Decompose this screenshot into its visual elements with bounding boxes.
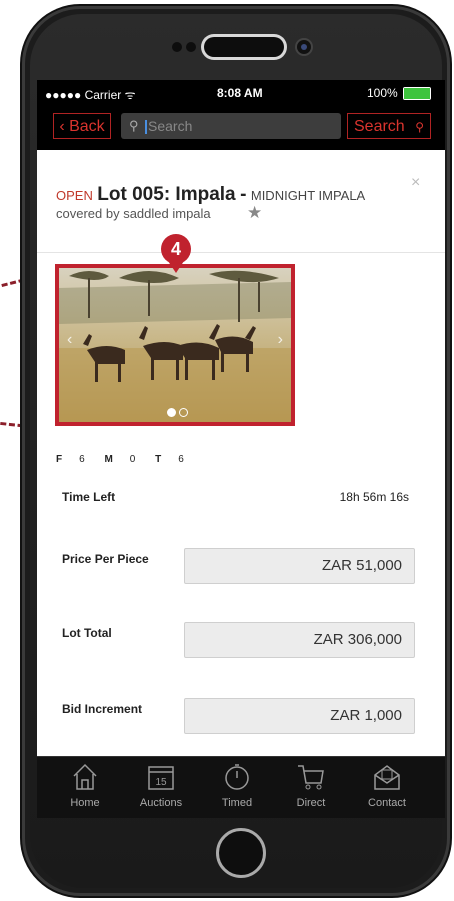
price-per-piece-label: Price Per Piece (62, 552, 149, 566)
search-button[interactable]: Search ⚲ (347, 113, 431, 139)
text-caret (145, 120, 147, 135)
gallery-pager[interactable] (167, 404, 191, 422)
calendar-day: 15 (155, 777, 167, 788)
pager-dot-active[interactable] (167, 408, 176, 417)
phone-screen: ●●●●● Carrier ᯤ 8:08 AM 100% ‹ Back ⚲ Se… (37, 80, 445, 818)
tab-bar: Home 15 Auctions Timed Direct Contact (37, 756, 445, 818)
tab-contact[interactable]: Contact (357, 763, 417, 809)
stopwatch-icon (225, 764, 249, 790)
tab-auctions[interactable]: 15 Auctions (131, 763, 191, 809)
clock: 8:08 AM (217, 86, 263, 100)
sex-counts: F 6 M 0 T 6 (56, 454, 201, 465)
tab-timed[interactable]: Timed (207, 763, 267, 809)
back-label: Back (69, 118, 105, 135)
tab-label: Home (70, 797, 100, 809)
annotation-marker-tip (168, 261, 184, 273)
lot-title: Lot 005: Impala (97, 184, 236, 205)
annotation-marker: 4 (161, 234, 191, 264)
tab-label: Timed (221, 797, 253, 809)
status-badge: OPEN (56, 188, 93, 203)
count-key: M (104, 454, 113, 465)
battery-icon (403, 87, 431, 100)
count-value: 6 (79, 454, 85, 465)
search-input[interactable]: ⚲ Search (121, 113, 341, 139)
lot-subtitle: MIDNIGHT IMPALA (250, 188, 366, 203)
tab-label: Auctions (139, 797, 183, 809)
favorite-star-icon[interactable]: ★ (247, 203, 262, 223)
nav-bar: ‹ Back ⚲ Search Search ⚲ (37, 110, 445, 144)
tab-label: Direct (296, 797, 326, 809)
cart-icon (298, 765, 324, 790)
tab-home[interactable]: Home (55, 763, 115, 809)
close-icon[interactable]: × (411, 174, 420, 192)
price-per-piece-field[interactable]: ZAR 51,000 (184, 548, 415, 584)
chevron-left-icon[interactable]: ‹ (67, 331, 72, 349)
home-hardware-button[interactable] (216, 828, 266, 878)
search-placeholder: Search (148, 118, 193, 134)
search-button-label: Search (354, 118, 405, 135)
bid-increment-field[interactable]: ZAR 1,000 (184, 698, 415, 734)
earpiece-speaker (204, 37, 284, 57)
photo-gallery[interactable]: ‹ › (55, 264, 295, 426)
pager-dot[interactable] (179, 408, 188, 417)
chevron-right-icon[interactable]: › (278, 331, 283, 349)
title-separator: - (240, 184, 247, 205)
front-camera (297, 40, 311, 54)
envelope-icon (374, 765, 400, 790)
sensor-dot (186, 42, 196, 52)
carrier-label: ●●●●● Carrier ᯤ (45, 88, 136, 102)
tab-label: Contact (368, 797, 406, 809)
lot-total-label: Lot Total (62, 626, 112, 640)
bid-increment-label: Bid Increment (62, 702, 143, 716)
status-bar: ●●●●● Carrier ᯤ 8:08 AM 100% (37, 80, 445, 106)
covered-by-text: covered by saddled impala (56, 206, 211, 221)
count-value: 0 (129, 454, 136, 465)
search-icon: ⚲ (415, 120, 424, 134)
calendar-icon: 15 (148, 766, 174, 790)
time-left-value: 18h 56m 16s (339, 490, 409, 504)
lot-title-line: OPEN Lot 005: Impala - MIDNIGHT IMPALA (56, 184, 365, 206)
search-icon: ⚲ (129, 118, 139, 133)
sensor-dot (172, 42, 182, 52)
battery-label: 100% (367, 86, 398, 100)
tab-direct[interactable]: Direct (281, 763, 341, 809)
count-key: T (155, 454, 162, 465)
impala-photo (59, 268, 291, 422)
count-key: F (56, 454, 63, 465)
lot-header: × OPEN Lot 005: Impala - MIDNIGHT IMPALA… (37, 150, 445, 253)
lot-total-field[interactable]: ZAR 306,000 (184, 622, 415, 658)
back-button[interactable]: ‹ Back (53, 113, 111, 139)
home-icon (73, 763, 97, 790)
time-left-label: Time Left (62, 490, 116, 504)
lot-detail-card: × OPEN Lot 005: Impala - MIDNIGHT IMPALA… (37, 150, 445, 756)
count-value: 6 (178, 454, 184, 465)
